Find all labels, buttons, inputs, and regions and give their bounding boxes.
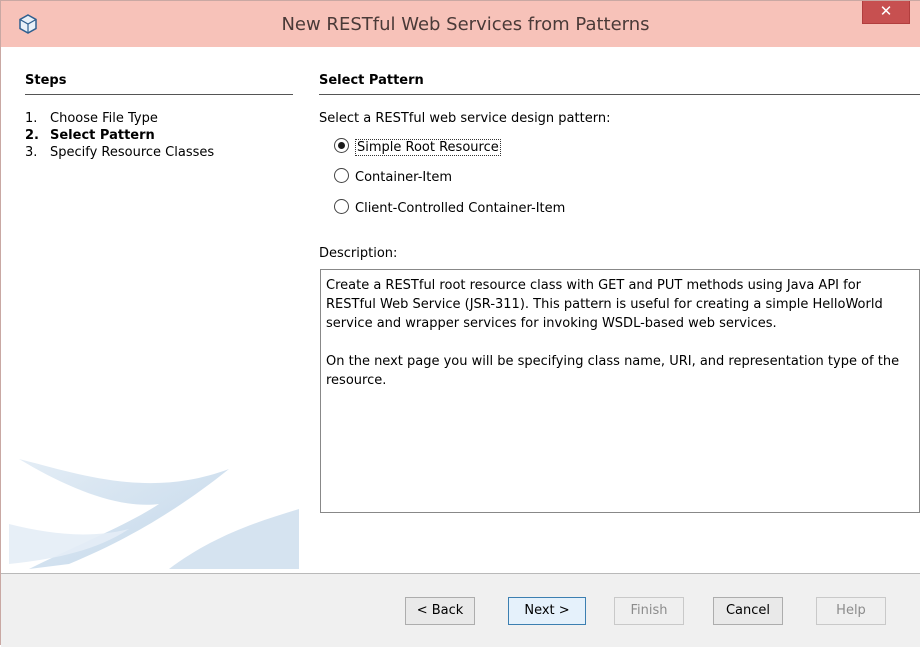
description-paragraph: On the next page you will be specifying … [326,354,900,388]
radio-container-item[interactable]: Container-Item [334,168,452,188]
description-label: Description: [319,246,398,261]
cancel-button[interactable]: Cancel [713,597,783,625]
steps-panel: Steps 1. Choose File Type 2. Select Patter… [9,53,299,569]
radio-button[interactable] [334,199,349,214]
steps-heading: Steps [25,73,67,88]
radio-simple-root-resource[interactable]: Simple Root Resource [334,138,501,158]
title-bar[interactable]: New RESTful Web Services from Patterns ✕ [1,1,920,47]
wizard-decoration-graphic [9,459,299,569]
step-label: Specify Resource Classes [50,145,215,160]
button-bar: < Back Next > Finish Cancel Help [1,573,920,647]
window-title: New RESTful Web Services from Patterns [281,14,650,35]
radio-label[interactable]: Simple Root Resource [355,139,501,156]
step-item: 3. Specify Resource Classes [25,144,214,161]
section-heading: Select Pattern [319,73,424,88]
section-divider [319,94,920,95]
step-label: Choose File Type [50,111,158,126]
description-paragraph: Create a RESTful root resource class wit… [326,278,883,331]
finish-button[interactable]: Finish [614,597,684,625]
content-panel: Select Pattern Select a RESTful web serv… [319,53,920,569]
step-item-current: 2. Select Pattern [25,127,214,144]
radio-client-controlled-container-item[interactable]: Client-Controlled Container-Item [334,199,565,219]
back-button[interactable]: < Back [405,597,475,625]
pattern-prompt-label: Select a RESTful web service design patt… [319,111,611,126]
steps-divider [25,94,293,95]
step-item: 1. Choose File Type [25,110,214,127]
next-button[interactable]: Next > [508,597,586,625]
description-textarea[interactable]: Create a RESTful root resource class wit… [320,269,920,513]
radio-button[interactable] [334,168,349,183]
help-button[interactable]: Help [816,597,886,625]
radio-label[interactable]: Client-Controlled Container-Item [355,201,565,216]
radio-label[interactable]: Container-Item [355,170,452,185]
step-label: Select Pattern [50,128,155,143]
step-number: 3. [25,145,38,160]
steps-list: 1. Choose File Type 2. Select Pattern 3. Sp… [25,110,214,161]
dialog-window: New RESTful Web Services from Patterns ✕… [0,0,920,647]
step-number: 1. [25,111,38,126]
step-number: 2. [25,128,39,143]
radio-button-checked[interactable] [334,138,349,153]
close-button[interactable]: ✕ [862,1,910,24]
